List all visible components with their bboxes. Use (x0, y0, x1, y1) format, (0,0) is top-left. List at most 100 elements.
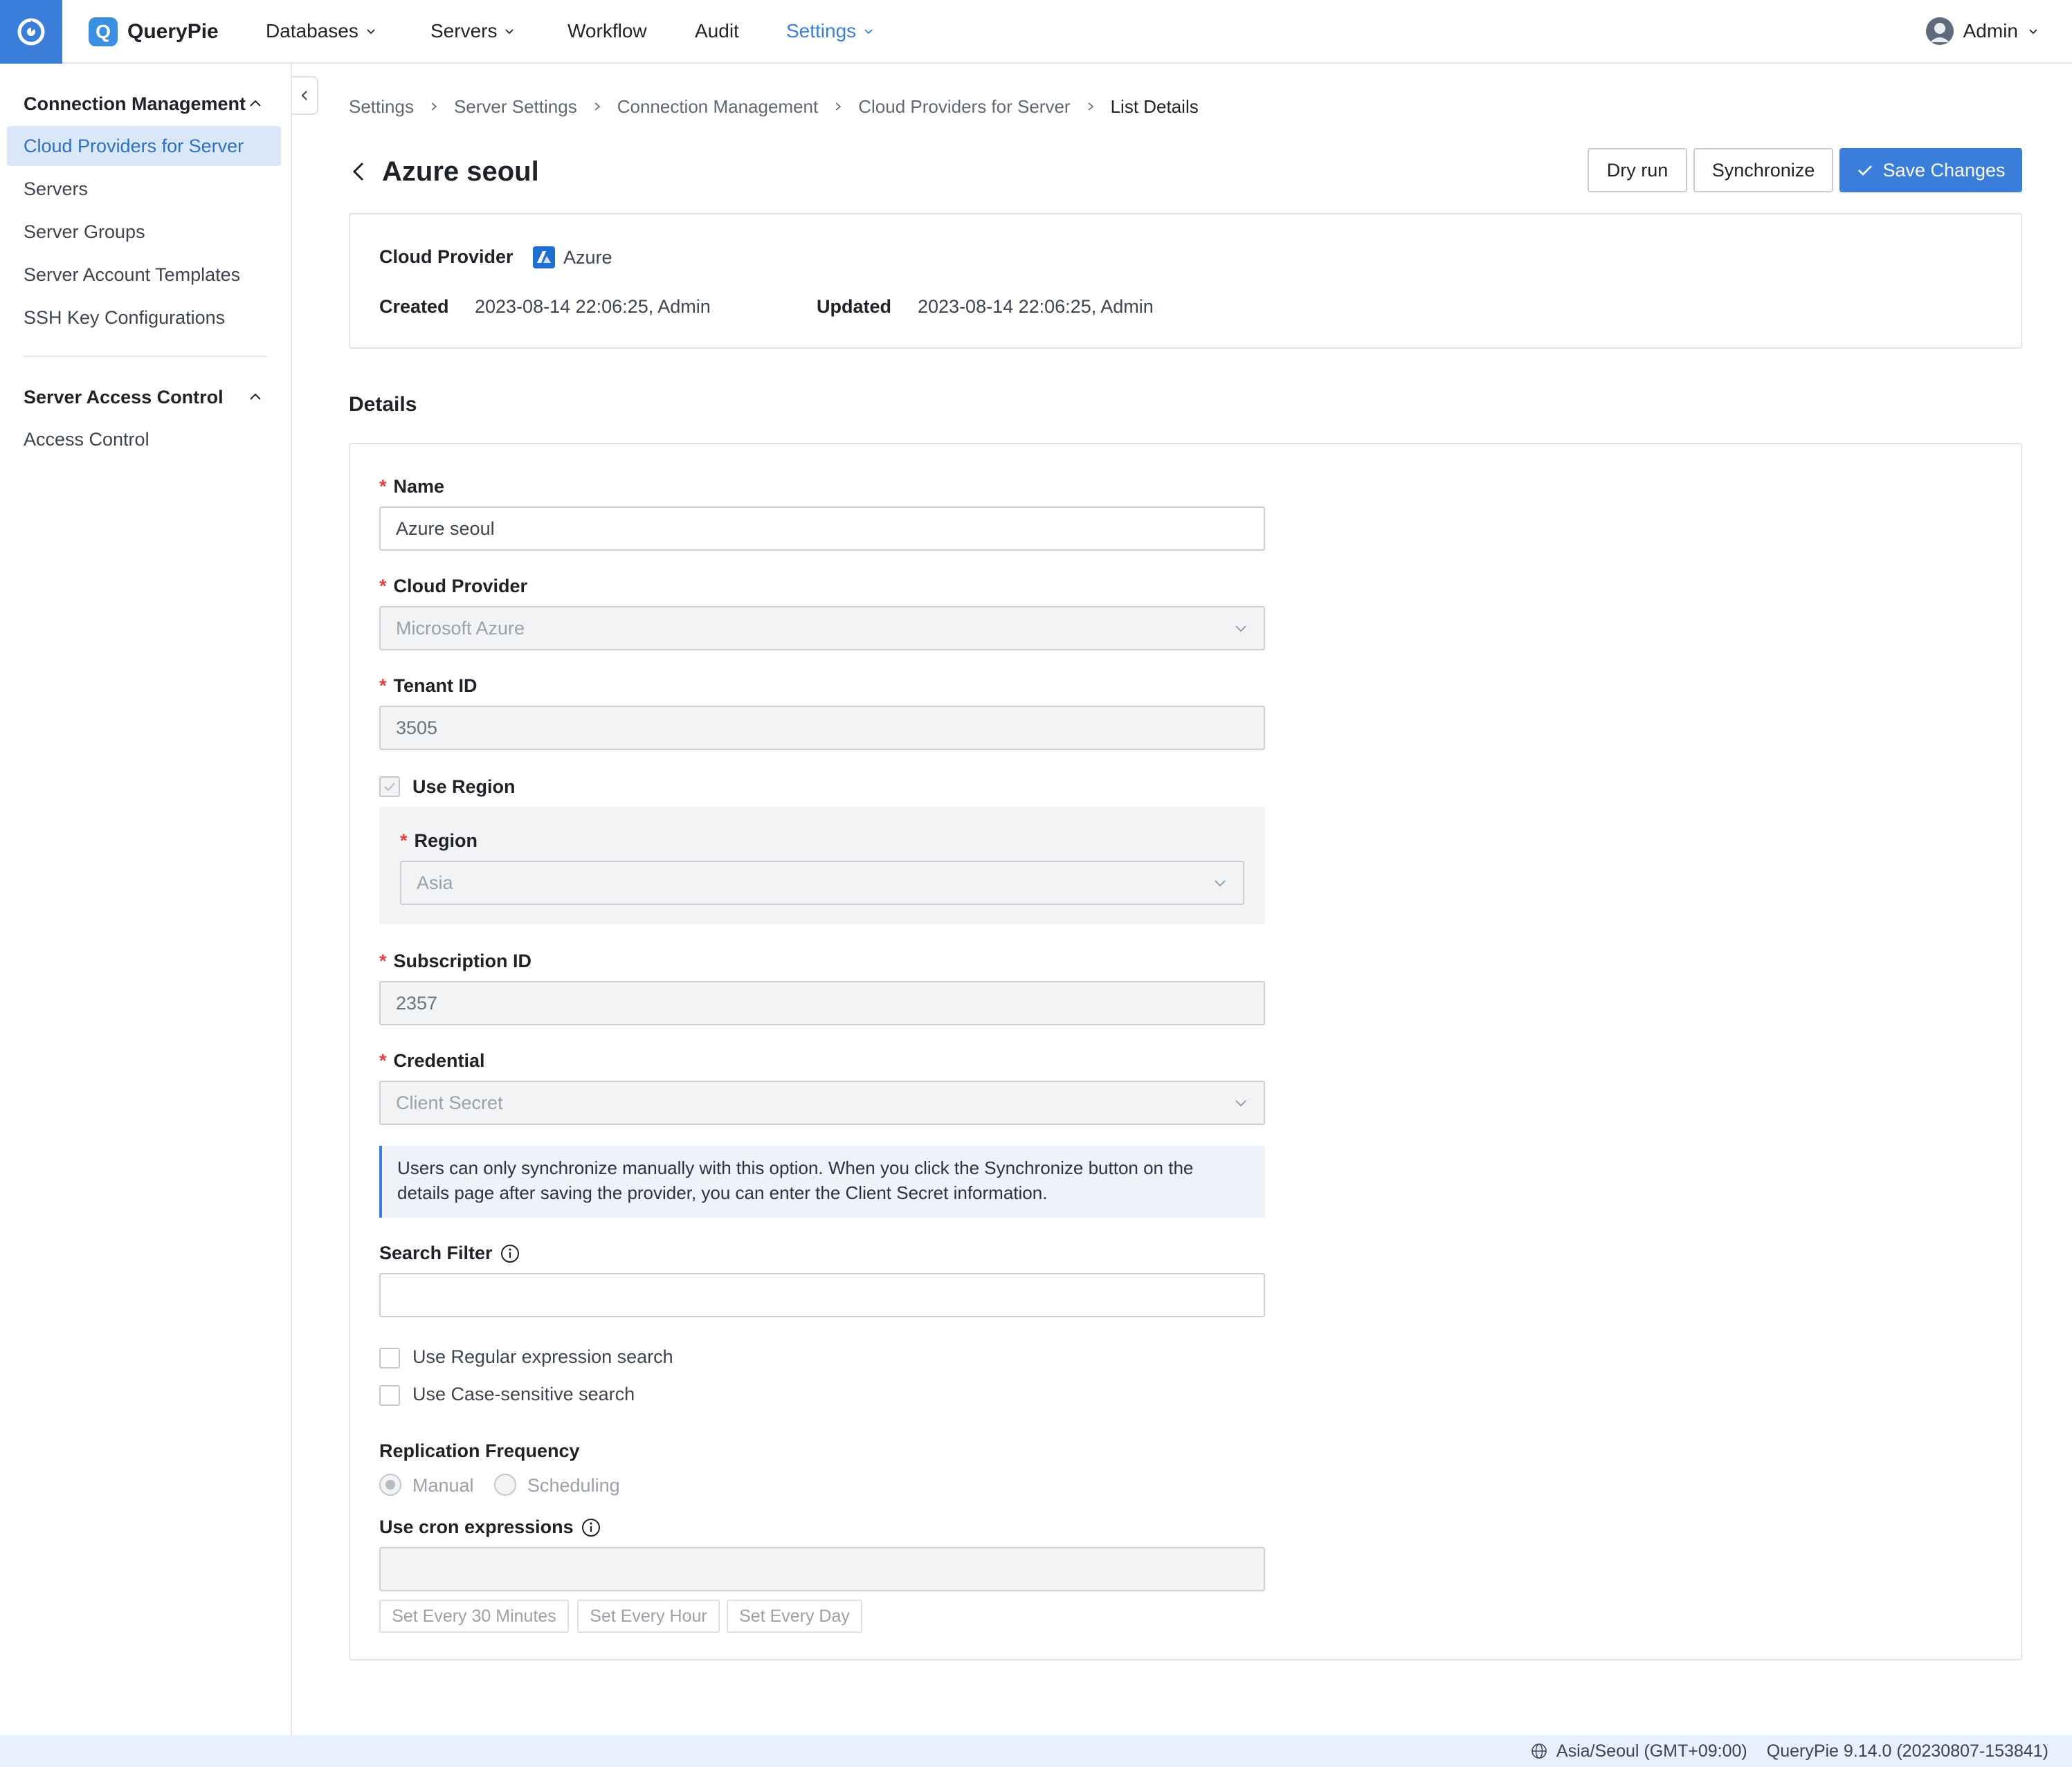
tenant-id-value: 3505 (396, 717, 438, 738)
credential-label-text: Credential (393, 1050, 485, 1071)
provider-summary-card: Cloud Provider Azure Created 2023-08-14 … (349, 213, 2022, 349)
chevron-down-icon (864, 29, 873, 35)
use-regex-label: Use Regular expression search (412, 1346, 673, 1367)
created-value: 2023-08-14 22:06:25, Admin (475, 296, 711, 317)
sidebar-group-connection-management[interactable]: Connection Management (24, 90, 263, 118)
set-every-hour-button[interactable]: Set Every Hour (577, 1600, 720, 1633)
radio-scheduling-label: Scheduling (527, 1475, 620, 1496)
sidebar-item-server-account-templates[interactable]: Server Account Templates (7, 255, 281, 295)
nav-servers-label: Servers (430, 20, 498, 42)
sidebar-item-access-control[interactable]: Access Control (7, 419, 281, 459)
sidebar-item-server-groups[interactable]: Server Groups (7, 212, 281, 252)
globe-icon (1532, 1743, 1547, 1759)
top-navigation-bar: Q QueryPie Databases Servers Workflow Au… (0, 0, 2072, 64)
page-header: Azure seoul (349, 152, 539, 191)
updated-label: Updated (817, 296, 891, 317)
sidebar-collapse-button[interactable] (292, 76, 318, 115)
info-icon[interactable] (581, 1517, 601, 1538)
replication-frequency-label: Replication Frequency (379, 1440, 580, 1462)
sidebar-item-ssh-key-configurations[interactable]: SSH Key Configurations (7, 297, 281, 338)
nav-servers[interactable]: Servers (430, 0, 515, 62)
credential-info-note: Users can only synchronize manually with… (379, 1146, 1265, 1218)
brand[interactable]: Q QueryPie (89, 17, 219, 47)
search-filter-input[interactable] (379, 1273, 1265, 1317)
credential-select[interactable]: Client Secret (379, 1081, 1265, 1125)
use-case-sensitive-checkbox[interactable] (379, 1385, 400, 1406)
radio-scheduling[interactable] (494, 1474, 516, 1496)
region-field-label: * Region (400, 830, 478, 852)
sidebar-group-server-access-control[interactable]: Server Access Control (24, 383, 263, 411)
search-filter-label-text: Search Filter (379, 1243, 493, 1263)
nav-workflow[interactable]: Workflow (567, 0, 647, 62)
use-region-checkbox[interactable] (379, 776, 400, 797)
sidebar: Connection Management Cloud Providers fo… (0, 64, 292, 1735)
subscription-id-input[interactable]: 2357 (379, 981, 1265, 1025)
required-marker: * (400, 830, 408, 851)
sidebar-item-servers[interactable]: Servers (7, 169, 281, 209)
required-marker: * (379, 675, 387, 696)
timezone-label: Asia/Seoul (GMT+09:00) (1556, 1741, 1747, 1761)
brand-name: QueryPie (127, 20, 219, 43)
nav-settings[interactable]: Settings (786, 0, 874, 62)
user-name: Admin (1963, 20, 2018, 42)
back-arrow-icon[interactable] (349, 160, 370, 183)
chevron-right-icon (429, 102, 439, 111)
chevron-down-icon (1235, 625, 1246, 632)
sidebar-item-label: Cloud Providers for Server (24, 135, 244, 156)
region-select[interactable]: Asia (400, 861, 1244, 905)
chevron-right-icon (592, 102, 602, 111)
synchronize-button[interactable]: Synchronize (1693, 148, 1833, 192)
sidebar-item-label: Server Groups (24, 221, 145, 242)
app-switcher-logo-icon[interactable] (0, 0, 62, 64)
timezone[interactable]: Asia/Seoul (GMT+09:00) (1530, 1741, 1747, 1761)
cron-label-text: Use cron expressions (379, 1517, 574, 1537)
name-label-text: Name (393, 476, 445, 497)
cron-field-label: Use cron expressions (379, 1517, 601, 1538)
set-every-day-button[interactable]: Set Every Day (727, 1600, 862, 1633)
region-label-text: Region (414, 830, 478, 851)
page-title: Azure seoul (382, 156, 539, 187)
sidebar-item-label: Server Account Templates (24, 264, 241, 285)
use-region-label: Use Region (412, 776, 516, 797)
cloud-provider-name: Azure (563, 246, 612, 268)
breadcrumb-server-settings[interactable]: Server Settings (454, 96, 577, 118)
use-case-sensitive-label: Use Case-sensitive search (412, 1384, 635, 1404)
sidebar-item-label: Servers (24, 178, 89, 199)
radio-selected-dot (385, 1480, 395, 1490)
breadcrumb-cloud-providers[interactable]: Cloud Providers for Server (858, 96, 1070, 118)
radio-manual[interactable] (379, 1474, 401, 1496)
nav-audit[interactable]: Audit (695, 0, 739, 62)
nav-databases[interactable]: Databases (266, 0, 376, 62)
tenant-id-label-text: Tenant ID (393, 675, 478, 696)
set-every-30-minutes-button[interactable]: Set Every 30 Minutes (379, 1600, 569, 1633)
chevron-down-icon (505, 29, 514, 35)
cron-expression-input[interactable] (379, 1547, 1265, 1591)
chevron-down-icon (2029, 29, 2037, 35)
name-input[interactable]: Azure seoul (379, 506, 1265, 551)
avatar (1925, 17, 1954, 45)
dry-run-button[interactable]: Dry run (1588, 148, 1687, 192)
cloud-provider-select[interactable]: Microsoft Azure (379, 606, 1265, 650)
name-field-label: * Name (379, 476, 444, 497)
nav-settings-label: Settings (786, 20, 857, 42)
tenant-id-input[interactable]: 3505 (379, 706, 1265, 750)
updated-value: 2023-08-14 22:06:25, Admin (918, 296, 1154, 317)
required-marker: * (379, 951, 387, 971)
breadcrumb-settings[interactable]: Settings (349, 96, 414, 118)
info-icon[interactable] (500, 1243, 520, 1264)
cloud-provider-label-text: Cloud Provider (393, 576, 528, 596)
sidebar-divider (24, 356, 267, 357)
cloud-provider-field-label: * Cloud Provider (379, 576, 527, 597)
breadcrumb-connection-management[interactable]: Connection Management (617, 96, 819, 118)
use-regex-checkbox[interactable] (379, 1348, 400, 1368)
querypie-logo-icon: Q (89, 17, 118, 46)
chevron-down-icon (1235, 1100, 1246, 1107)
sidebar-item-cloud-providers-for-server[interactable]: Cloud Providers for Server (7, 126, 281, 166)
save-changes-button[interactable]: Save Changes (1839, 148, 2022, 192)
save-changes-label: Save Changes (1882, 159, 2006, 181)
nav-audit-label: Audit (695, 20, 739, 42)
user-menu[interactable]: Admin (1925, 0, 2039, 62)
tenant-id-field-label: * Tenant ID (379, 675, 478, 697)
azure-logo-icon (533, 246, 555, 268)
replication-frequency-label-text: Replication Frequency (379, 1440, 580, 1461)
